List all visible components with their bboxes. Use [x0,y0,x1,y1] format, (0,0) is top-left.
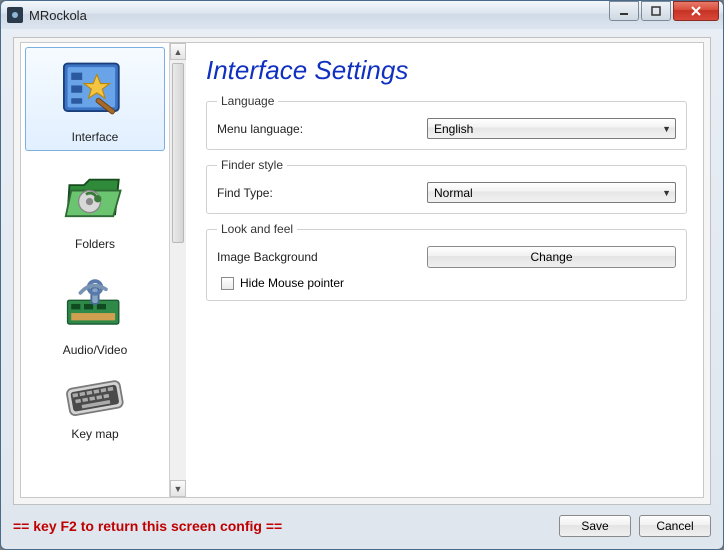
maximize-icon [651,6,661,16]
sidebar-item-label: Key map [27,427,163,441]
sidebar-item-interface[interactable]: Interface [25,47,165,151]
close-button[interactable] [673,1,719,21]
main-panel: Interface [20,42,704,498]
folders-icon [53,161,137,233]
chevron-down-icon: ▼ [662,124,671,134]
interface-icon [53,54,137,126]
scroll-thumb[interactable] [172,63,184,243]
image-background-label: Image Background [217,250,417,264]
menu-language-dropdown[interactable]: English ▼ [427,118,676,139]
hide-mouse-label: Hide Mouse pointer [240,276,344,290]
window-controls [609,1,719,21]
sidebar-item-label: Interface [28,130,162,144]
save-button[interactable]: Save [559,515,631,537]
audiovideo-icon [53,267,137,339]
sidebar-item-folders[interactable]: Folders [25,155,165,257]
group-look: Look and feel Image Background Change Hi… [206,222,687,301]
cancel-button[interactable]: Cancel [639,515,711,537]
group-language-legend: Language [217,94,278,108]
find-type-label: Find Type: [217,186,417,200]
scroll-down-button[interactable]: ▼ [170,480,186,497]
sidebar: Interface [21,43,169,497]
sidebar-container: Interface [21,43,186,497]
sidebar-item-label: Audio/Video [27,343,163,357]
settings-pane: Interface Settings Language Menu languag… [186,43,703,497]
sidebar-scrollbar[interactable]: ▲ ▼ [169,43,186,497]
app-window: MRockola [0,0,724,550]
change-button[interactable]: Change [427,246,676,268]
minimize-button[interactable] [609,1,639,21]
sidebar-item-keymap[interactable]: Key map [25,367,165,447]
window-title: MRockola [29,8,87,23]
sidebar-item-audiovideo[interactable]: Audio/Video [25,261,165,363]
menu-language-value: English [434,122,473,136]
find-type-value: Normal [434,186,473,200]
page-title: Interface Settings [206,55,687,86]
hide-mouse-checkbox[interactable] [221,277,234,290]
group-look-legend: Look and feel [217,222,297,236]
sidebar-item-label: Folders [27,237,163,251]
group-language: Language Menu language: English ▼ [206,94,687,150]
find-type-dropdown[interactable]: Normal ▼ [427,182,676,203]
group-finder: Finder style Find Type: Normal ▼ [206,158,687,214]
app-icon [7,7,23,23]
maximize-button[interactable] [641,1,671,21]
group-finder-legend: Finder style [217,158,287,172]
close-icon [690,6,702,16]
menu-language-label: Menu language: [217,122,417,136]
footer-buttons: Save Cancel [559,515,711,537]
scroll-up-button[interactable]: ▲ [170,43,186,60]
minimize-icon [619,6,629,16]
footer: == key F2 to return this screen config =… [13,509,711,543]
footer-hint: == key F2 to return this screen config =… [13,518,282,534]
keymap-icon [53,373,137,425]
client-area: Interface [13,37,711,505]
chevron-down-icon: ▼ [662,188,671,198]
titlebar[interactable]: MRockola [1,1,723,29]
